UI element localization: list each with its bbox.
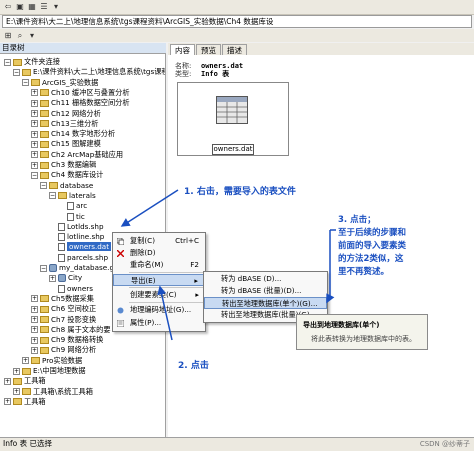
annotation-line: 里不再赘述。 bbox=[338, 267, 390, 277]
annotation-line: 3. 点击； bbox=[338, 215, 376, 225]
annotation-step1: 1. 右击，需要导入的表文件 bbox=[184, 187, 296, 197]
arrow-to-geodatabase bbox=[326, 293, 335, 304]
annotation-line: 的方法2类似，这 bbox=[338, 254, 404, 264]
arrow-to-export bbox=[157, 285, 173, 341]
annotation-step2: 2. 点击 bbox=[178, 361, 209, 371]
annotation-step3: 3. 点击； 至于后续的步骤和 前面的导入要素类 的方法2类似，这 里不再赘述。 bbox=[338, 214, 406, 279]
status-bar: Info 表 已选择 CSDN @纱蒂子 bbox=[0, 437, 474, 451]
annotation-line: 前面的导入要素类 bbox=[338, 241, 407, 251]
status-text: Info 表 已选择 bbox=[3, 439, 52, 448]
annotation-line: 至于后续的步骤和 bbox=[338, 228, 407, 238]
watermark: CSDN @纱蒂子 bbox=[419, 440, 470, 448]
arrow-to-owners bbox=[120, 189, 179, 227]
